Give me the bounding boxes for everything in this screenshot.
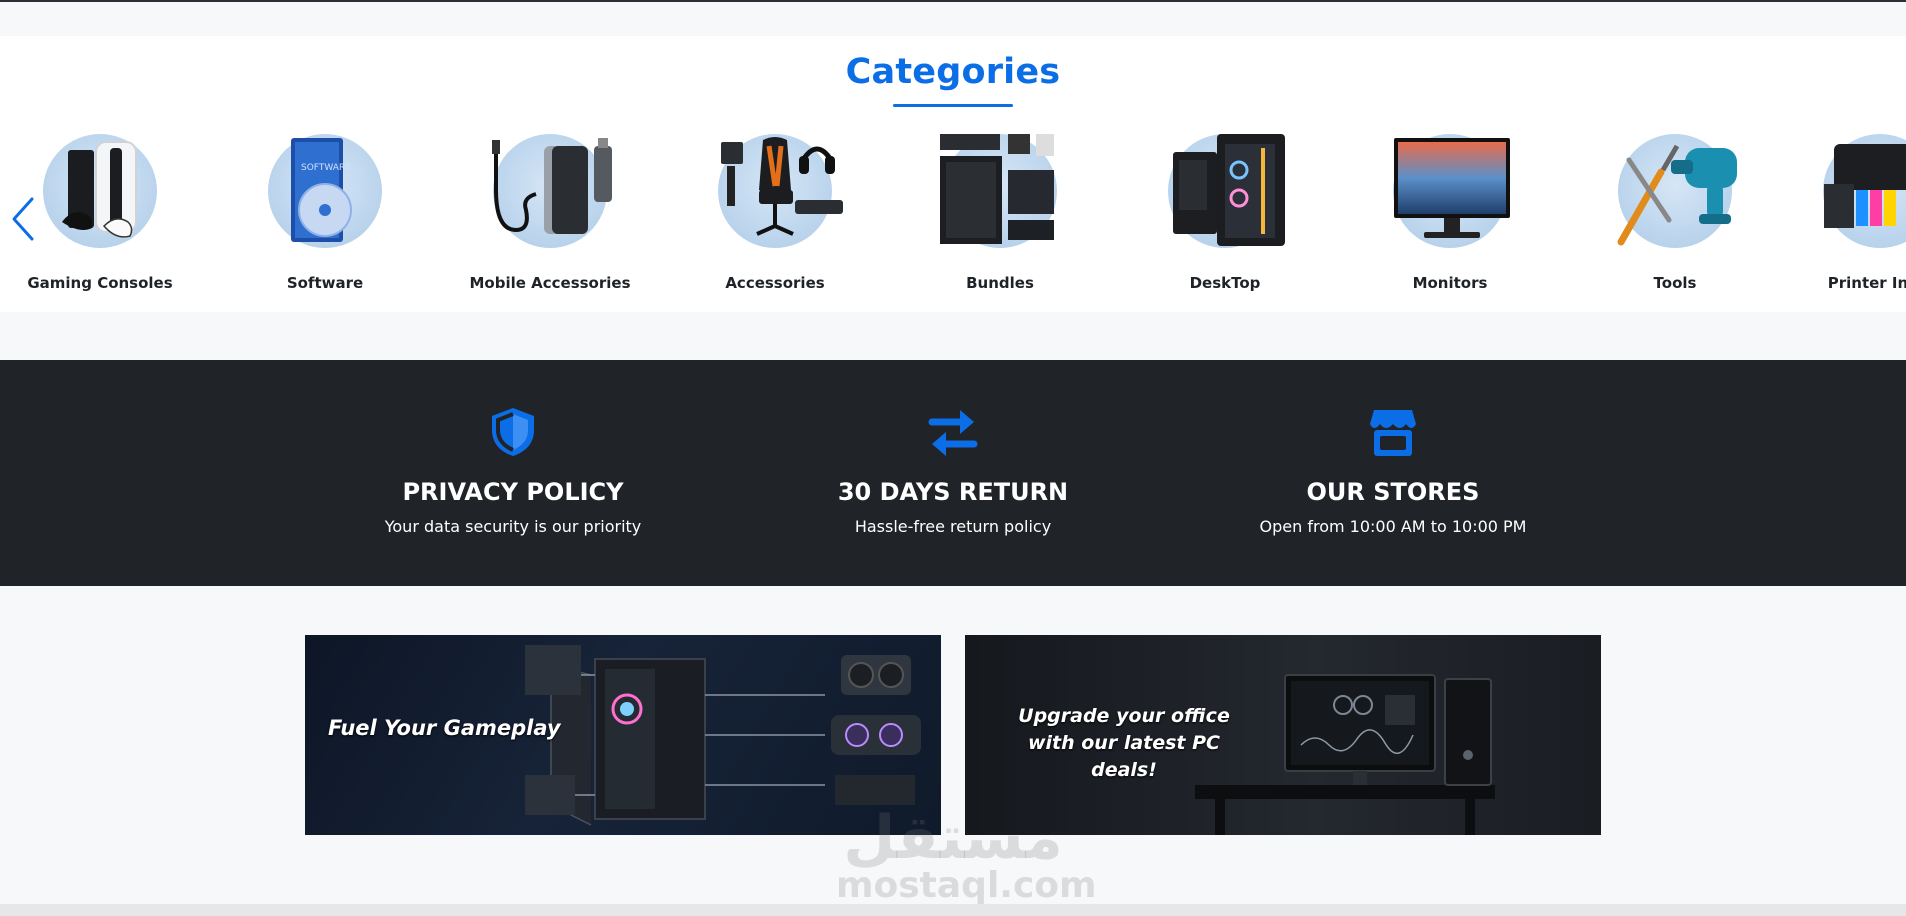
- category-mobile-accessories[interactable]: Mobile Accessories: [450, 130, 650, 300]
- category-software[interactable]: SOFTWARE Software: [225, 130, 425, 300]
- category-label: Monitors: [1412, 274, 1488, 292]
- console-icon: [62, 141, 137, 238]
- category-label: Software: [286, 274, 364, 292]
- category-label: Gaming Consoles: [27, 274, 173, 292]
- banner-headline: Upgrade your office with our latest PC d…: [999, 703, 1249, 784]
- software-box-icon: SOFTWARE: [291, 138, 352, 242]
- shield-icon: [492, 408, 534, 456]
- pc-parts-icon: [940, 134, 1054, 244]
- category-label: Printer Ink c: [1827, 274, 1906, 292]
- svg-text:SOFTWARE: SOFTWARE: [301, 163, 351, 173]
- banner-line-1: Upgrade your office: [1018, 705, 1230, 727]
- watermark: مستقل mostaql.com: [836, 803, 1097, 906]
- tools-icon: [1617, 144, 1737, 246]
- watermark-latin: mostaql.com: [836, 865, 1097, 906]
- banner-headline: Fuel Your Gameplay: [328, 716, 561, 740]
- feature-subtitle: Open from 10:00 AM to 10:00 PM: [1259, 517, 1527, 536]
- category-accessories[interactable]: Accessories: [675, 130, 875, 300]
- watermark-arabic: مستقل: [843, 803, 1063, 873]
- feature-privacy-policy: PRIVACY POLICY Your data security is our…: [303, 360, 723, 586]
- feature-title: 30 DAYS RETURN: [837, 478, 1069, 506]
- top-border: [0, 0, 1906, 2]
- feature-subtitle: Your data security is our priority: [384, 517, 642, 536]
- categories-underline: [893, 104, 1013, 107]
- banner-line-2: with our latest PC deals!: [1027, 732, 1221, 781]
- category-clip: Printer Ink c: [1780, 130, 1906, 300]
- feature-our-stores: OUR STORES Open from 10:00 AM to 10:00 P…: [1183, 360, 1603, 586]
- category-label: Bundles: [966, 274, 1034, 292]
- category-desktop[interactable]: DeskTop: [1125, 130, 1325, 300]
- powerbank-icon: [492, 138, 612, 234]
- features-band: PRIVACY POLICY Your data security is our…: [0, 360, 1906, 586]
- swap-arrows-icon: [928, 410, 978, 456]
- category-bundles[interactable]: Bundles: [900, 130, 1100, 300]
- category-printer-ink[interactable]: Printer Ink c: [1780, 130, 1906, 300]
- category-label: Tools: [1653, 274, 1697, 292]
- feature-title: PRIVACY POLICY: [402, 478, 624, 506]
- categories-title: Categories: [845, 52, 1061, 92]
- store-icon: [1370, 410, 1416, 456]
- category-monitors[interactable]: Monitors: [1350, 130, 1550, 300]
- gaming-chair-icon: [721, 137, 843, 236]
- feature-title: OUR STORES: [1306, 478, 1480, 506]
- feature-subtitle: Hassle-free return policy: [854, 517, 1052, 536]
- category-label: DeskTop: [1189, 274, 1261, 292]
- category-label: Accessories: [725, 274, 825, 292]
- footer-strip: [0, 904, 1906, 916]
- category-gaming-consoles[interactable]: Gaming Consoles: [0, 130, 200, 300]
- category-label: Mobile Accessories: [469, 274, 631, 292]
- feature-30-days-return: 30 DAYS RETURN Hassle-free return policy: [743, 360, 1163, 586]
- monitor-icon: [1394, 138, 1510, 238]
- desktop-tower-icon: [1173, 134, 1285, 246]
- category-tools[interactable]: Tools: [1575, 130, 1775, 300]
- printer-ink-icon: [1824, 144, 1906, 228]
